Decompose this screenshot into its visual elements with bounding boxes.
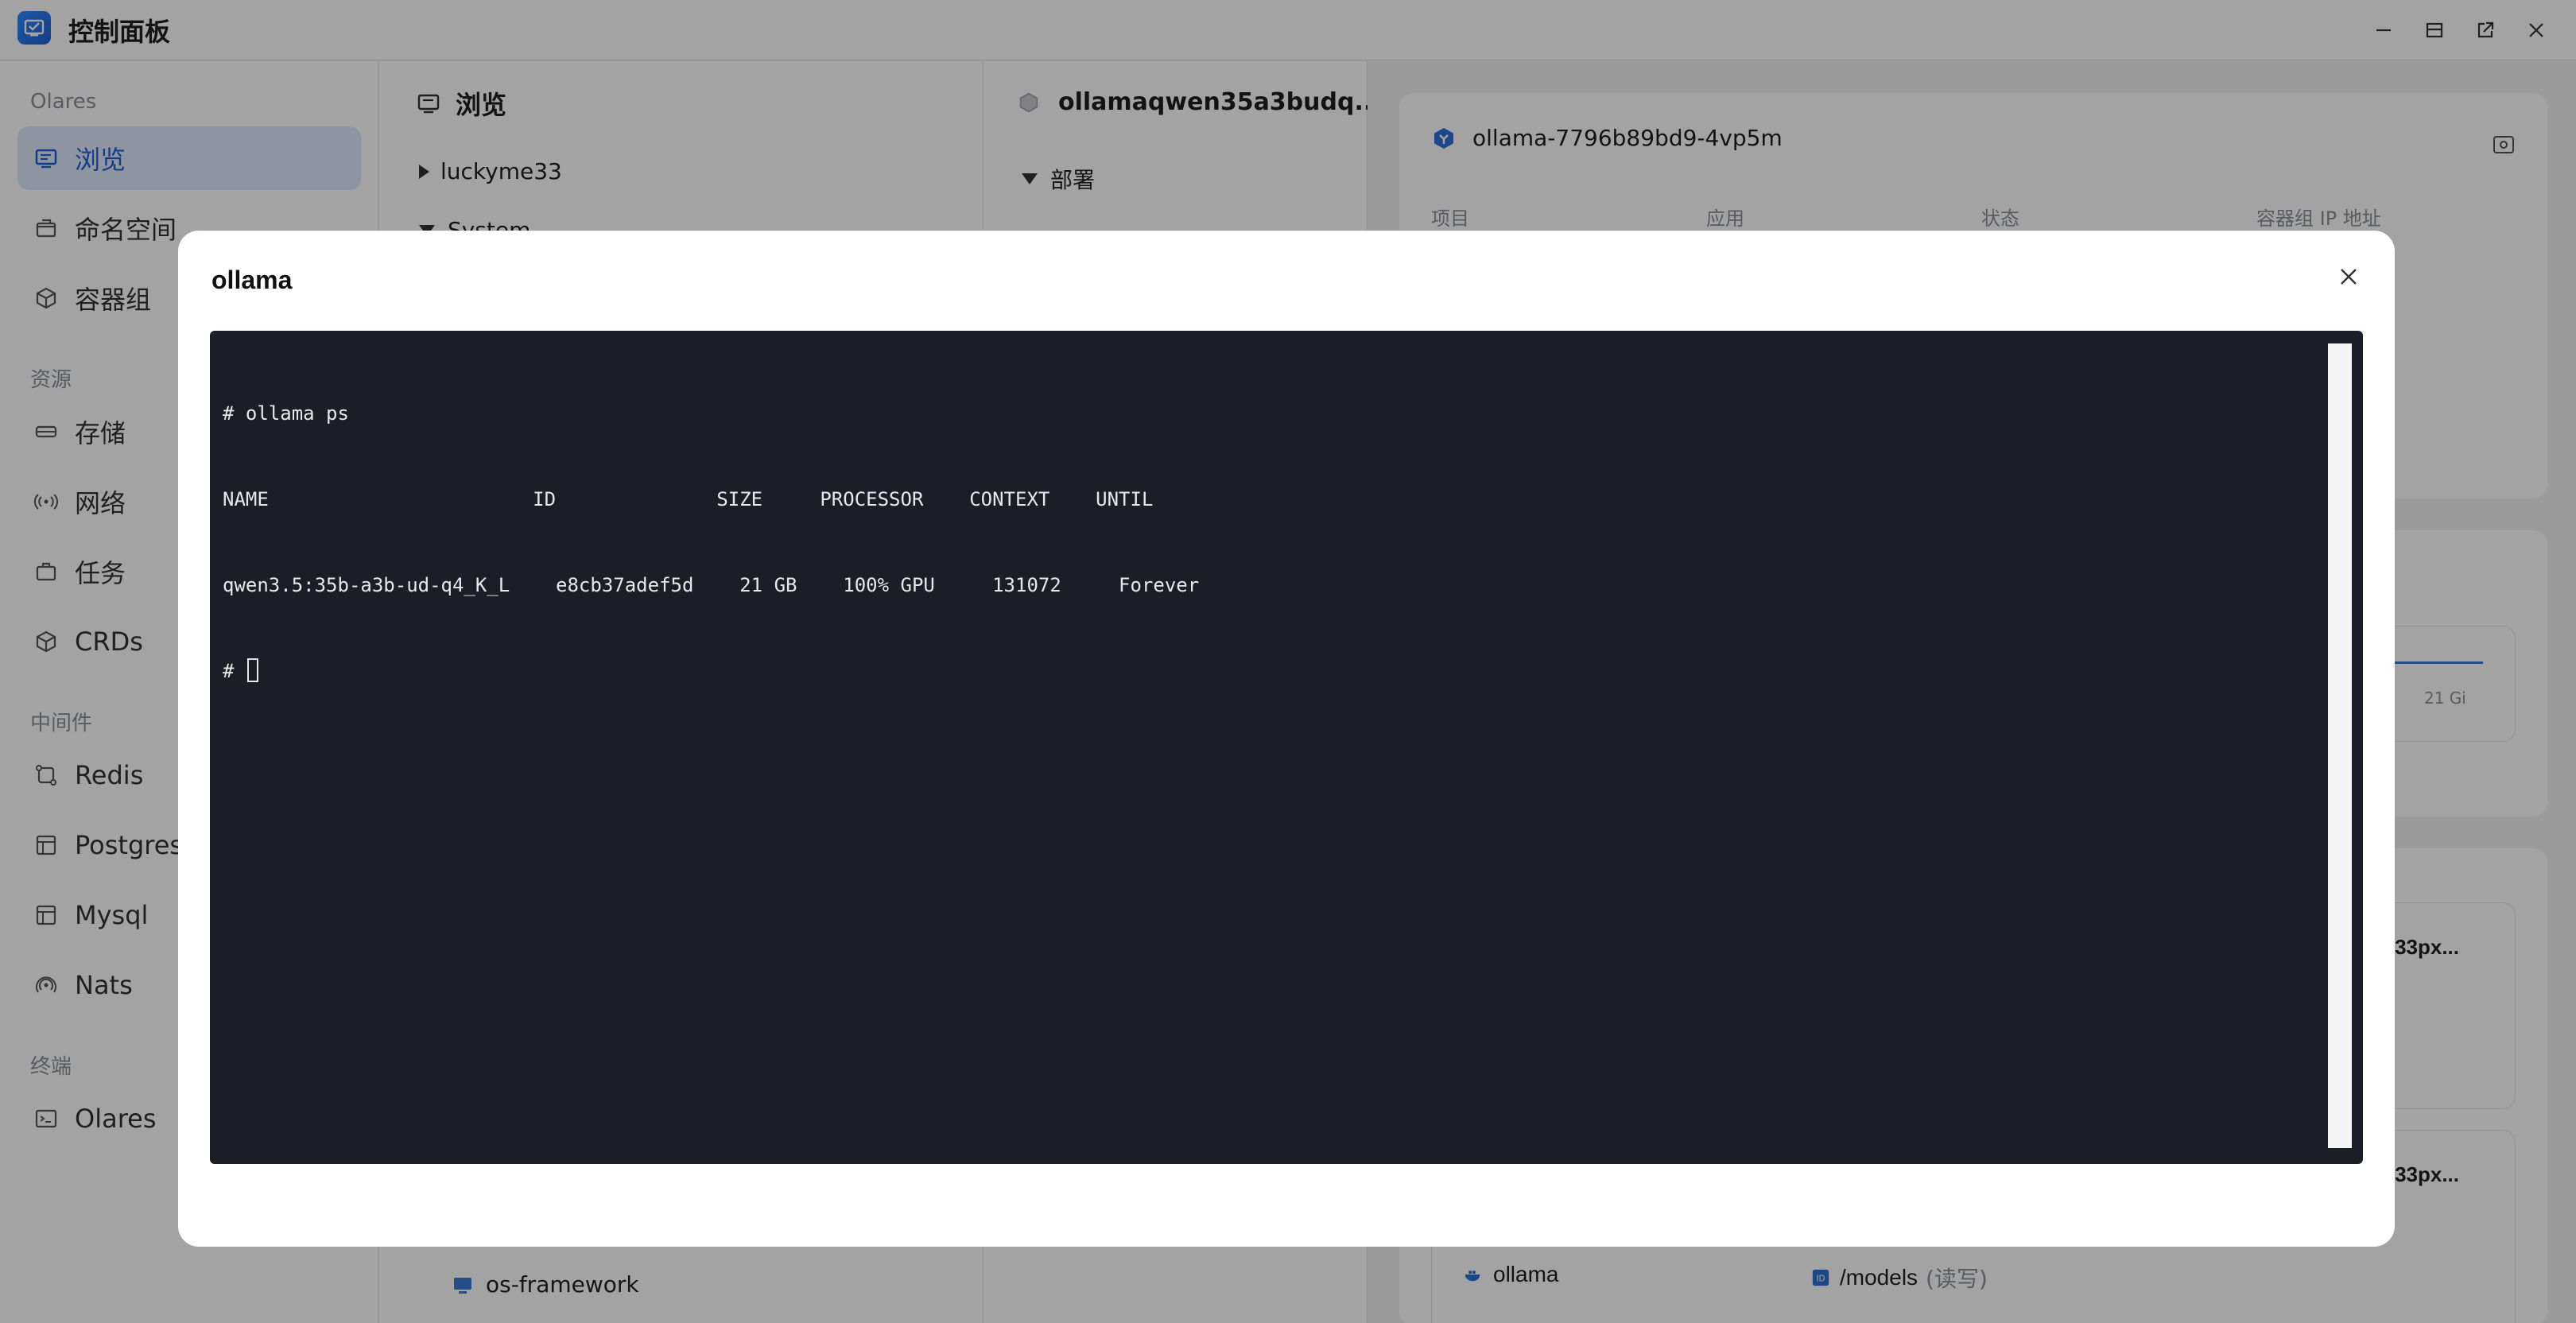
- terminal-prompt: #: [223, 660, 246, 682]
- terminal-scrollbar[interactable]: [2328, 343, 2352, 1148]
- terminal-output: # ollama ps NAME ID SIZE PROCESSOR CONTE…: [223, 342, 1199, 743]
- dialog-title: ollama: [211, 266, 293, 294]
- dialog-close-button[interactable]: [2326, 254, 2371, 299]
- terminal-cursor: [246, 658, 258, 682]
- terminal-dialog: ollama # ollama ps NAME ID SIZE PROCESSO…: [178, 231, 2395, 1247]
- close-icon: [2341, 269, 2357, 285]
- terminal-command-line: # ollama ps: [223, 402, 349, 425]
- terminal-prompt-line[interactable]: #: [223, 657, 1199, 685]
- terminal-header-line: NAME ID SIZE PROCESSOR CONTEXT UNTIL: [223, 488, 1154, 510]
- terminal-row-line: qwen3.5:35b-a3b-ud-q4_K_L e8cb37adef5d 2…: [223, 574, 1200, 596]
- terminal[interactable]: # ollama ps NAME ID SIZE PROCESSOR CONTE…: [210, 331, 2363, 1164]
